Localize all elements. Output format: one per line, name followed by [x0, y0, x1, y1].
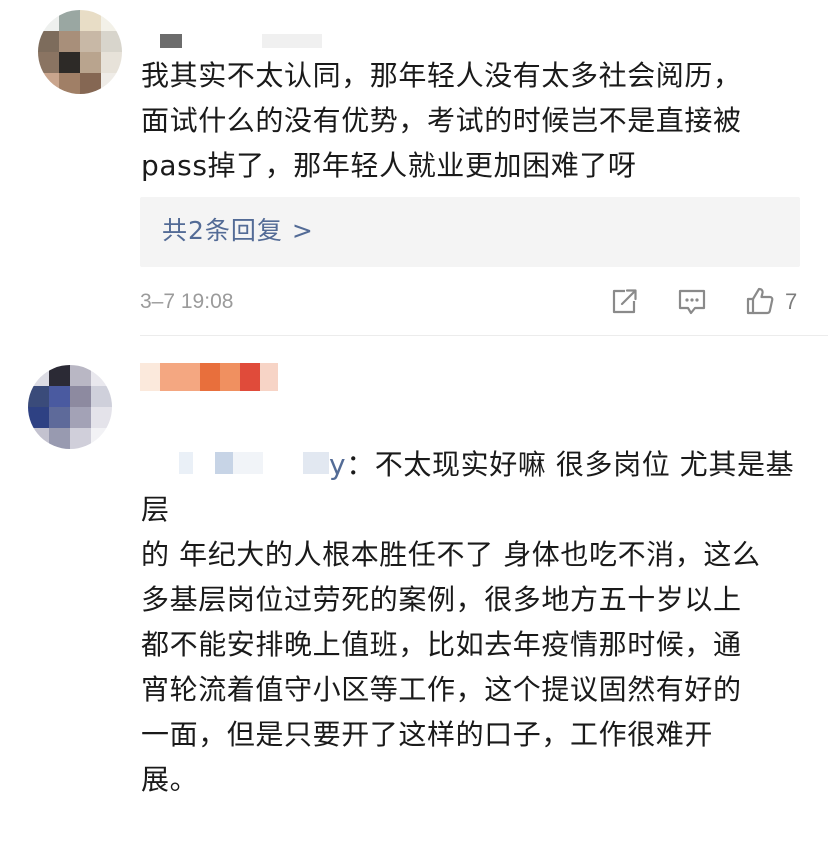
comment-text: y：不太现实好嘛 很多岗位 尤其是基层 的 年纪大的人根本胜任不了 身体也吃不消…: [141, 397, 801, 847]
username[interactable]: [140, 363, 278, 391]
avatar[interactable]: [38, 10, 122, 94]
avatar[interactable]: [28, 365, 112, 449]
share-icon[interactable]: [608, 285, 640, 317]
comment-icon[interactable]: [676, 285, 708, 317]
mention-mosaic: [179, 450, 330, 476]
like-count: 7: [785, 289, 798, 314]
mentioned-user[interactable]: y: [179, 448, 346, 481]
like-icon[interactable]: [744, 285, 776, 317]
comment-item: 我其实不太认同，那年轻人没有太多社会阅历， 面试什么的没有优势，考试的时候岂不是…: [0, 0, 828, 336]
view-replies-button[interactable]: 共2条回复 >: [140, 197, 800, 267]
comment-item: y：不太现实好嘛 很多岗位 尤其是基层 的 年纪大的人根本胜任不了 身体也吃不消…: [0, 337, 828, 796]
comment-text: 我其实不太认同，那年轻人没有太多社会阅历， 面试什么的没有优势，考试的时候岂不是…: [141, 59, 742, 182]
divider: [140, 335, 828, 336]
username[interactable]: [160, 34, 322, 48]
comment-body: ：不太现实好嘛 很多岗位 尤其是基层 的 年纪大的人根本胜任不了 身体也吃不消，…: [141, 448, 795, 796]
replies-count-label: 共2条回复 >: [162, 216, 314, 245]
comment-timestamp: 3–7 19:08: [140, 290, 234, 313]
mention-suffix: y: [329, 448, 347, 481]
